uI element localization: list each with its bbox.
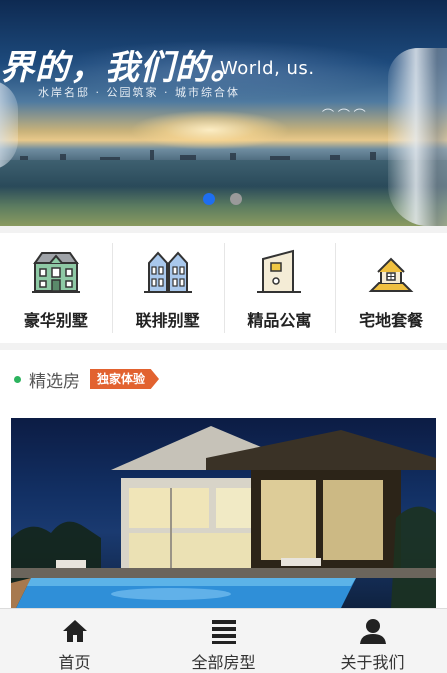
banner-headline-en: World, us. <box>220 58 315 79</box>
category-label: 宅地套餐 <box>359 311 424 330</box>
category-nav: 豪华别墅 联排别墅 精品公寓 宅地套餐 <box>0 233 447 343</box>
category-townhouse[interactable]: 联排别墅 <box>111 233 224 343</box>
land-house-icon <box>368 257 414 292</box>
tab-home[interactable]: 首页 <box>0 609 149 673</box>
category-label: 联排别墅 <box>135 311 200 330</box>
banner-sunglow <box>130 110 290 150</box>
tab-about[interactable]: 关于我们 <box>298 609 447 673</box>
featured-section-header: 精选房 独家体验 <box>0 350 447 408</box>
tab-label: 首页 <box>58 653 91 672</box>
tab-all-types[interactable]: 全部房型 <box>149 609 298 673</box>
villa-illustration <box>11 426 436 608</box>
townhouse-icon <box>143 251 192 293</box>
birds-icon: ⌒ ⌒ ⌒ <box>322 108 366 122</box>
list-icon <box>211 620 236 644</box>
villa-icon <box>31 252 80 293</box>
featured-listing[interactable] <box>0 408 447 608</box>
user-icon <box>359 619 386 644</box>
section-dot <box>14 375 21 383</box>
carousel-dot-1[interactable] <box>203 193 215 205</box>
banner-glass-right <box>388 48 447 226</box>
section-title: 精选房 <box>29 371 80 392</box>
bottom-tab-bar: 首页 全部房型 关于我们 <box>0 608 447 673</box>
tab-label: 关于我们 <box>340 653 405 672</box>
hero-banner[interactable]: 界的，我们的。 World, us. 水岸名邸 · 公园筑家 · 城市综合体 ⌒… <box>0 0 447 226</box>
category-label: 精品公寓 <box>247 311 312 330</box>
banner-headline: 界的，我们的。 <box>0 48 245 88</box>
carousel-dots <box>203 193 242 205</box>
category-luxury-villa[interactable]: 豪华别墅 <box>0 233 112 343</box>
apartment-icon <box>257 249 302 293</box>
category-apartment[interactable]: 精品公寓 <box>223 233 336 343</box>
listing-photo[interactable] <box>11 418 436 608</box>
tab-label: 全部房型 <box>191 653 256 672</box>
home-icon <box>62 620 87 642</box>
category-label: 豪华别墅 <box>23 311 88 330</box>
carousel-dot-2[interactable] <box>230 193 242 205</box>
category-land-house[interactable]: 宅地套餐 <box>335 233 447 343</box>
exclusive-badge: 独家体验 <box>90 369 160 389</box>
banner-subline: 水岸名邸 · 公园筑家 · 城市综合体 <box>38 86 240 99</box>
